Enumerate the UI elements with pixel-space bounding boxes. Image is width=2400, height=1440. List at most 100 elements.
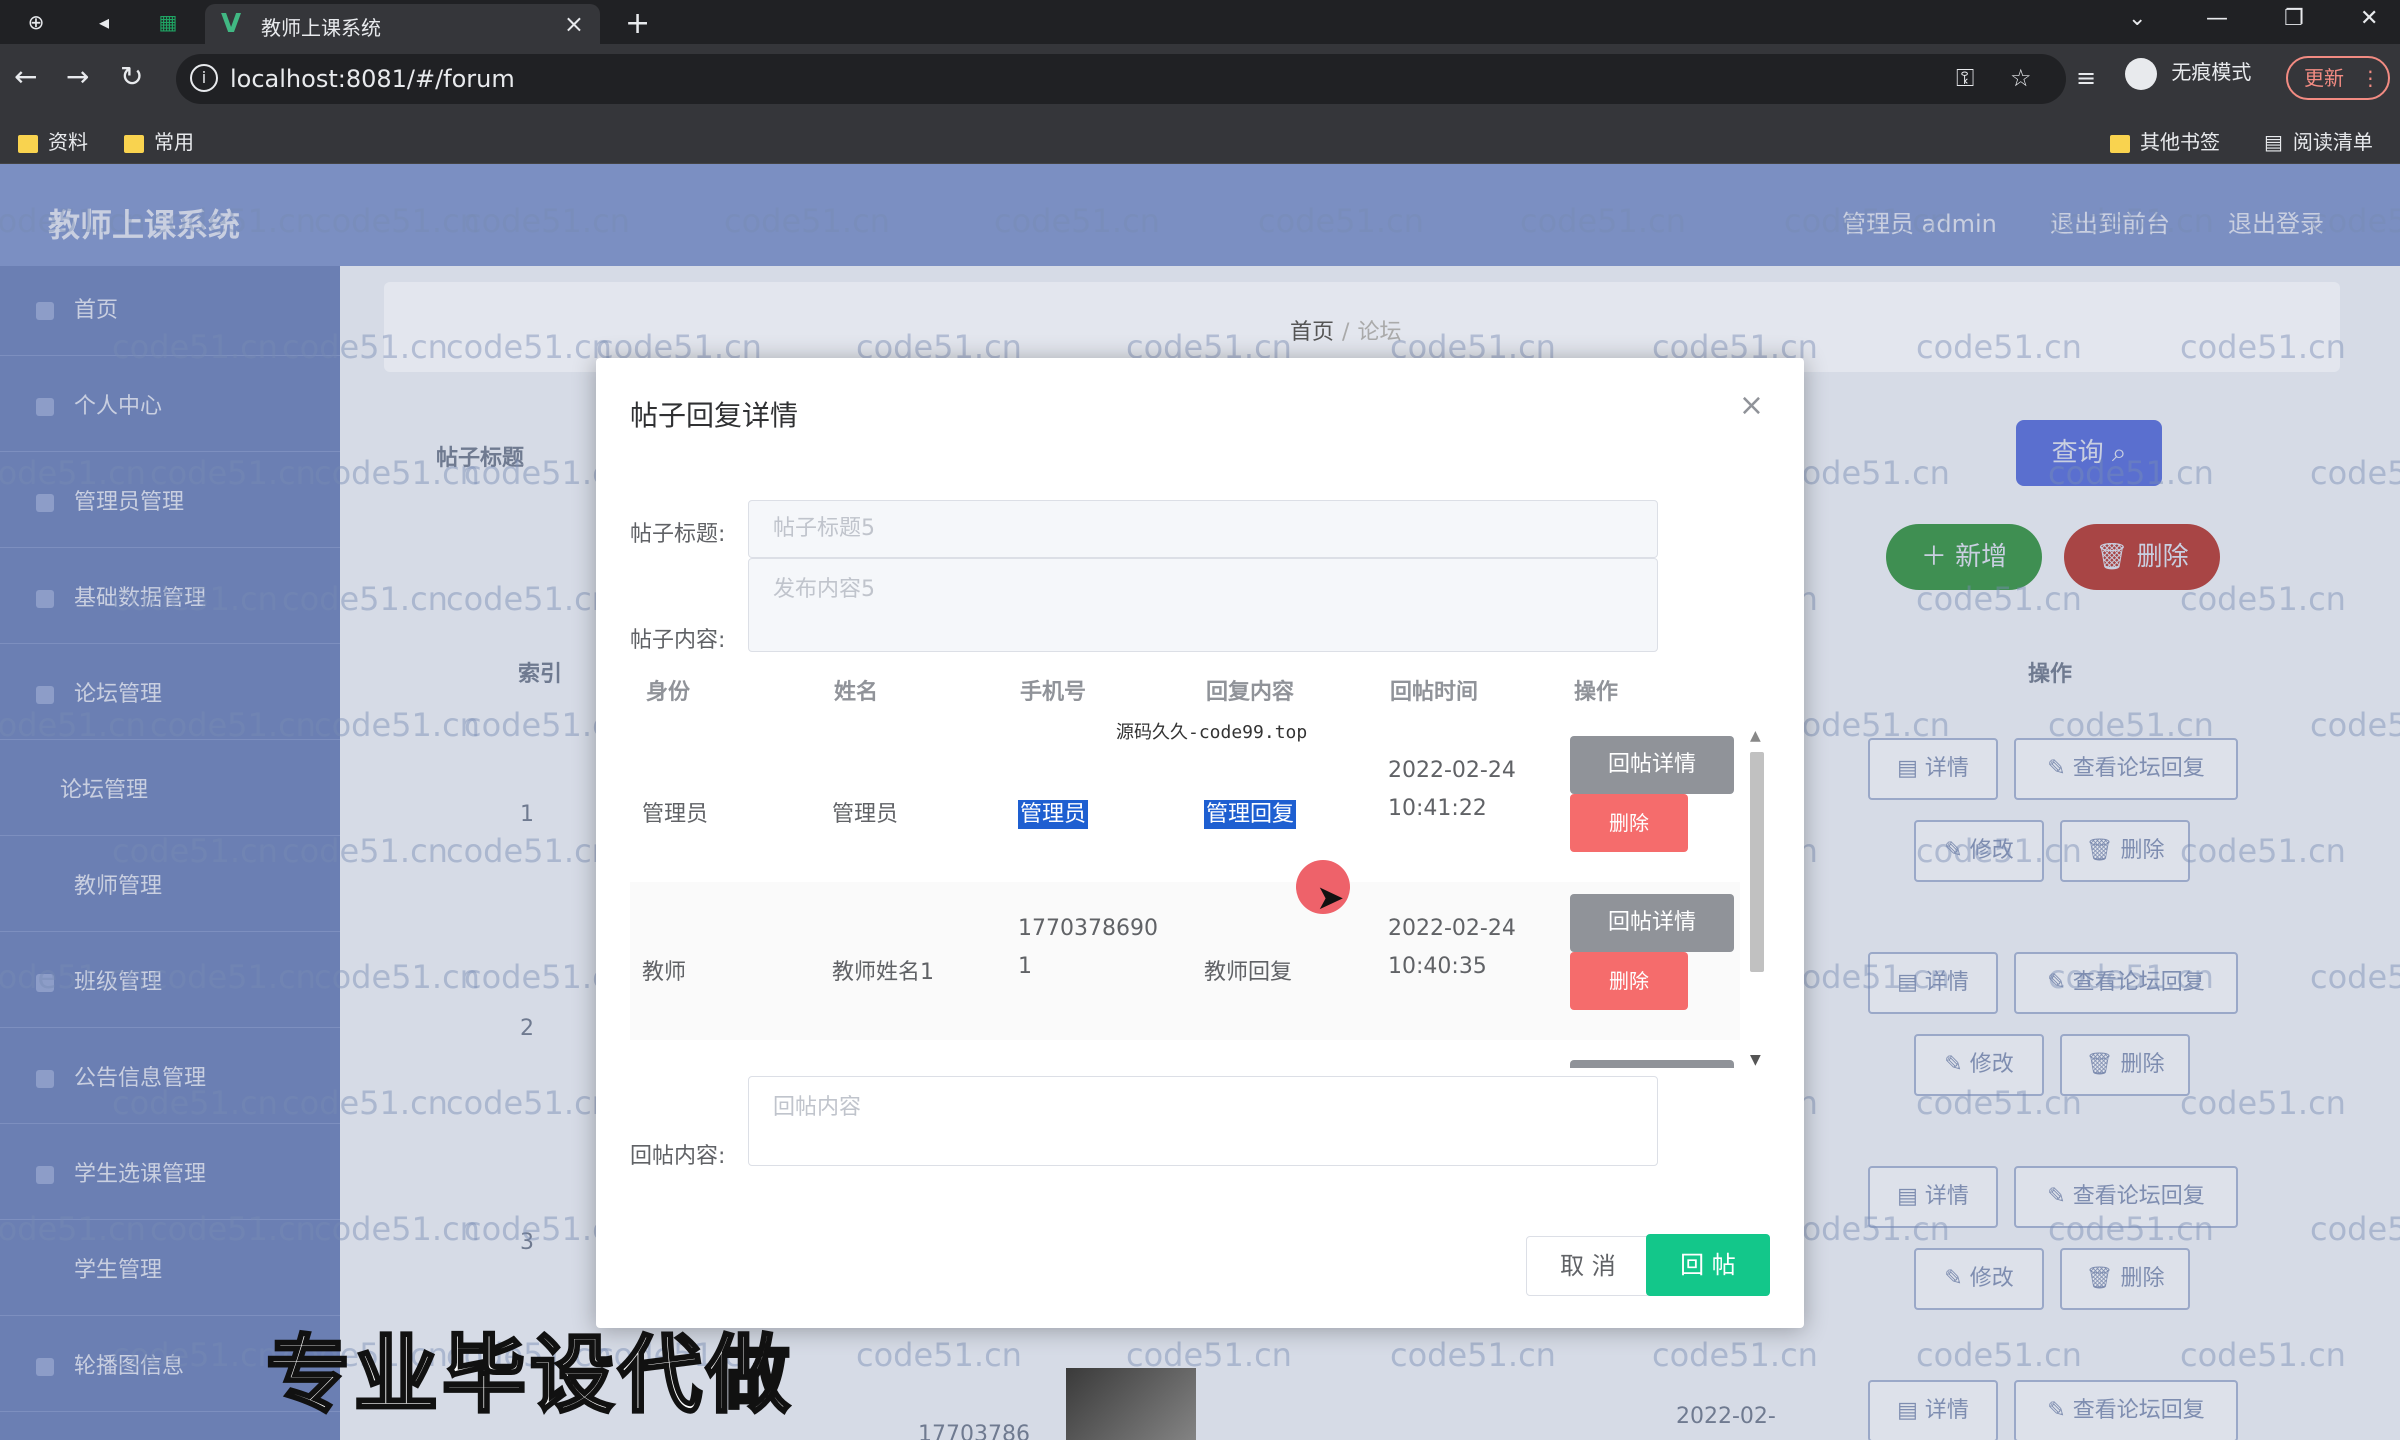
other-bookmarks[interactable]: 其他书签 — [2110, 126, 2220, 155]
btn-label: 修改 — [1969, 1266, 2014, 1291]
post-title-field[interactable]: 帖子标题5 — [748, 500, 1658, 558]
update-button[interactable]: 更新 ⋮ — [2286, 56, 2390, 100]
cell-date: 2022-02-24 — [1388, 916, 1516, 941]
sidebar-item-classes[interactable]: 班级管理 — [0, 938, 340, 1028]
col-identity: 身份 — [646, 680, 691, 705]
col-action-header: 操作 — [2028, 662, 2073, 687]
restore-icon[interactable]: ❐ — [2284, 6, 2304, 31]
delete-button-label: 删除 — [2136, 542, 2189, 572]
sidebar-subitem-forum[interactable]: 论坛管理 — [0, 746, 340, 836]
sidebar-item-home[interactable]: 首页 — [0, 266, 340, 356]
batch-delete-button[interactable]: 🗑 删除 — [2064, 524, 2220, 590]
to-frontend-link[interactable]: 退出到前台 — [2050, 204, 2170, 239]
folder-icon — [18, 134, 38, 153]
sidebar-item-profile[interactable]: 个人中心 — [0, 362, 340, 452]
menu-icon — [36, 1070, 54, 1088]
active-tab[interactable]: V 教师上课系统 × — [205, 4, 600, 44]
view-replies-button[interactable]: ✎ 查看论坛回复 — [2014, 952, 2238, 1014]
detail-button[interactable]: ▤ 详情 — [1868, 1166, 1998, 1228]
col-phone: 手机号 — [1020, 680, 1087, 705]
add-button-label: 新增 — [1955, 542, 2008, 572]
bookmark-folder-1[interactable]: 资料 — [18, 126, 88, 155]
site-info-icon[interactable]: i — [190, 64, 218, 92]
sidebar-item-course-selection[interactable]: 学生选课管理 — [0, 1130, 340, 1220]
forward-icon[interactable]: → — [66, 60, 89, 93]
reload-icon[interactable]: ↻ — [120, 60, 143, 93]
edit-button[interactable]: ✎ 修改 — [1914, 1248, 2044, 1310]
reading-list[interactable]: ▤ 阅读清单 — [2264, 126, 2373, 155]
new-tab-icon[interactable]: + — [625, 6, 650, 41]
menu-icon — [36, 974, 54, 992]
cell-content-value: 管理回复 — [1204, 800, 1297, 829]
delete-row-button[interactable]: 🗑 删除 — [2060, 1034, 2190, 1096]
delete-row-button[interactable]: 🗑 删除 — [2060, 820, 2190, 882]
reply-content-field[interactable]: 回帖内容 — [748, 1076, 1658, 1166]
scroll-down-icon[interactable]: ▼ — [1750, 1052, 1761, 1068]
dialog-title: 帖子回复详情 — [630, 399, 799, 432]
scroll-up-icon[interactable]: ▲ — [1750, 728, 1761, 744]
btn-label: 删除 — [2120, 1052, 2165, 1077]
sidebar-label: 首页 — [74, 298, 119, 323]
incognito-indicator[interactable]: 无痕模式 — [2125, 56, 2251, 90]
search-button[interactable]: 查询 ⌕ — [2016, 420, 2162, 486]
bookmark-star-icon[interactable]: ☆ — [2010, 64, 2032, 92]
bookmark-folder-2[interactable]: 常用 — [124, 126, 194, 155]
reply-detail-button-partial[interactable] — [1570, 1060, 1734, 1068]
cancel-button[interactable]: 取 消 — [1526, 1236, 1650, 1296]
view-replies-button[interactable]: ✎ 查看论坛回复 — [2014, 738, 2238, 800]
btn-label: 详情 — [1924, 970, 1969, 995]
cell-time: 10:41:22 — [1388, 796, 1487, 821]
detail-button[interactable]: ▤ 详情 — [1868, 1380, 1998, 1440]
cell-content: 教师回复 — [1204, 960, 1293, 985]
close-window-icon[interactable]: ✕ — [2360, 6, 2378, 31]
view-replies-button[interactable]: ✎ 查看论坛回复 — [2014, 1380, 2238, 1440]
more-icon: ⋮ — [2360, 66, 2381, 90]
overlay-caption: 专业毕设代做 — [264, 1325, 795, 1426]
reply-detail-button[interactable]: 回帖详情 — [1570, 736, 1734, 794]
reply-detail-button[interactable]: 回帖详情 — [1570, 894, 1734, 952]
sidebar-item-base-data[interactable]: 基础数据管理 — [0, 554, 340, 644]
close-icon[interactable]: × — [1739, 388, 1764, 423]
sidebar-item-admins[interactable]: 管理员管理 — [0, 458, 340, 548]
reply-delete-button[interactable]: 删除 — [1570, 952, 1688, 1010]
browser-logo-icon[interactable]: ⊕ — [24, 10, 48, 34]
close-tab-icon[interactable]: × — [564, 10, 584, 38]
submit-reply-button[interactable]: 回 帖 — [1646, 1234, 1770, 1296]
key-icon[interactable]: ⚿ — [1956, 64, 1974, 92]
sheet-icon[interactable]: ▦ — [156, 10, 180, 34]
detail-button[interactable]: ▤ 详情 — [1868, 952, 1998, 1014]
table-scrollbar[interactable]: ▲ ▼ — [1746, 728, 1768, 1068]
delete-row-button[interactable]: 🗑 删除 — [2060, 1248, 2190, 1310]
reply-delete-button[interactable]: 删除 — [1570, 794, 1688, 852]
folder-icon — [124, 134, 144, 153]
back-icon[interactable]: ← — [14, 60, 37, 93]
btn-label: 修改 — [1969, 1052, 2014, 1077]
reading-mode-icon[interactable]: ≡ — [2076, 64, 2096, 92]
sidebar-item-teachers[interactable]: 教师管理 — [0, 842, 340, 932]
reply-table: 管理员 管理员 管理员 管理回复 2022-02-24 10:41:22 回帖详… — [630, 724, 1740, 1068]
menu-icon — [36, 686, 54, 704]
view-replies-button[interactable]: ✎ 查看论坛回复 — [2014, 1166, 2238, 1228]
post-content-field[interactable]: 发布内容5 — [748, 558, 1658, 652]
detail-button[interactable]: ▤ 详情 — [1868, 738, 1998, 800]
breadcrumb-home[interactable]: 首页 — [1290, 320, 1334, 345]
sidebar-item-students[interactable]: 学生管理 — [0, 1226, 340, 1316]
cell-phone-value: 管理员 — [1018, 800, 1089, 829]
sidebar-item-forum[interactable]: 论坛管理 — [0, 650, 340, 740]
sidebar-item-notices[interactable]: 公告信息管理 — [0, 1034, 340, 1124]
url-field[interactable]: i localhost:8081/#/forum ⚿ ☆ — [176, 54, 2066, 104]
logout-link[interactable]: 退出登录 — [2228, 204, 2324, 239]
edit-button[interactable]: ✎ 修改 — [1914, 1034, 2044, 1096]
update-label: 更新 — [2304, 66, 2344, 90]
reading-list-label: 阅读清单 — [2292, 130, 2373, 154]
sidebar-label: 个人中心 — [74, 394, 163, 419]
menu-icon — [36, 1166, 54, 1184]
edit-button[interactable]: ✎ 修改 — [1914, 820, 2044, 882]
tab-search-icon[interactable]: ⌄ — [2128, 6, 2146, 31]
minimize-icon[interactable]: — — [2206, 6, 2228, 31]
mute-icon[interactable]: ◂ — [92, 10, 116, 34]
sidebar-label: 管理员管理 — [74, 490, 185, 515]
scroll-thumb[interactable] — [1750, 752, 1764, 972]
btn-label: 删除 — [2120, 1266, 2165, 1291]
add-button[interactable]: ＋ 新增 — [1886, 524, 2042, 590]
